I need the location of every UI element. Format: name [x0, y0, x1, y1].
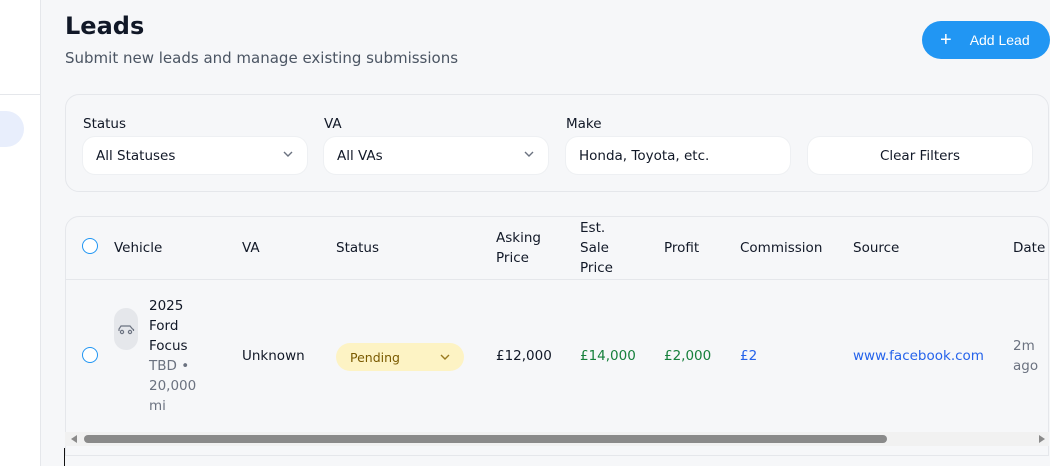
va-cell: Unknown	[242, 348, 305, 364]
car-icon	[114, 308, 138, 350]
status-select[interactable]: Pending	[336, 343, 464, 371]
vehicle-meta: TBD • 20,000 mi	[149, 356, 196, 416]
col-status[interactable]: Status	[336, 238, 379, 258]
chevron-down-icon	[524, 151, 534, 157]
col-commission[interactable]: Commission	[740, 238, 822, 258]
make-filter-input[interactable]: Honda, Toyota, etc.	[566, 137, 790, 174]
asking-price-cell: £12,000	[496, 348, 552, 364]
make-filter-placeholder: Honda, Toyota, etc.	[579, 147, 710, 164]
va-filter-label: VA	[324, 116, 342, 132]
commission-cell: £2	[740, 348, 758, 364]
row-select-radio[interactable]	[82, 347, 98, 363]
va-filter-value: All VAs	[337, 147, 383, 164]
vehicle-make: Ford	[149, 318, 179, 334]
page-subtitle: Submit new leads and manage existing sub…	[65, 49, 459, 67]
col-date[interactable]: Date	[1013, 238, 1045, 258]
vehicle-model: Focus	[149, 338, 188, 354]
va-filter-select[interactable]: All VAs	[324, 137, 548, 174]
status-filter-value: All Statuses	[96, 147, 176, 164]
text-cursor	[64, 448, 65, 466]
col-est-line2: Sale	[580, 240, 609, 256]
vehicle-year: 2025	[149, 298, 184, 314]
sidebar	[0, 0, 41, 466]
leads-table: Vehicle VA Status Asking Price Est. Sale…	[65, 216, 1049, 456]
scroll-left-arrow-icon[interactable]	[71, 435, 77, 443]
sidebar-active-item[interactable]	[0, 111, 24, 147]
source-link[interactable]: www.facebook.com	[853, 346, 984, 366]
col-asking-price-line1: Asking	[496, 230, 541, 246]
col-asking-price[interactable]: Asking Price	[496, 228, 541, 268]
clear-filters-button[interactable]: Clear Filters	[808, 137, 1032, 174]
sidebar-divider	[0, 94, 40, 95]
chevron-down-icon	[440, 354, 450, 360]
col-est-sale-price[interactable]: Est. Sale Price	[580, 218, 613, 278]
status-filter-label: Status	[83, 116, 127, 132]
make-filter-label: Make	[566, 116, 602, 132]
col-va[interactable]: VA	[242, 238, 260, 258]
est-sale-price-cell: £14,000	[580, 348, 636, 364]
date-cell: 2m ago	[1013, 336, 1038, 376]
date-line1: 2m	[1013, 338, 1035, 354]
vehicle-name: 2025 Ford Focus	[149, 296, 188, 356]
col-asking-price-line2: Price	[496, 250, 529, 266]
scroll-right-arrow-icon[interactable]	[1039, 435, 1045, 443]
filters-panel: Status All Statuses VA All VAs Make Hond…	[65, 94, 1049, 192]
add-lead-button[interactable]: + Add Lead	[922, 21, 1050, 59]
col-source[interactable]: Source	[853, 238, 899, 258]
status-filter-select[interactable]: All Statuses	[83, 137, 307, 174]
status-value: Pending	[350, 349, 400, 365]
add-lead-label: Add Lead	[969, 32, 1030, 48]
col-est-line1: Est.	[580, 220, 606, 236]
date-line2: ago	[1013, 358, 1039, 374]
vehicle-meta-line1: TBD •	[149, 358, 190, 374]
chevron-down-icon	[283, 151, 293, 157]
col-vehicle[interactable]: Vehicle	[114, 238, 162, 258]
col-est-line3: Price	[580, 260, 613, 276]
plus-icon: +	[940, 29, 952, 51]
table-header: Vehicle VA Status Asking Price Est. Sale…	[66, 217, 1048, 280]
vehicle-meta-line2: 20,000	[149, 378, 197, 394]
main-content: Leads Submit new leads and manage existi…	[41, 0, 1050, 466]
vehicle-meta-line3: mi	[149, 398, 166, 414]
scrollbar-thumb[interactable]	[84, 435, 887, 443]
select-all-radio[interactable]	[82, 238, 98, 254]
profit-cell: £2,000	[664, 348, 712, 364]
horizontal-scrollbar[interactable]	[65, 432, 1049, 446]
page-title: Leads	[65, 12, 145, 40]
col-profit[interactable]: Profit	[664, 238, 699, 258]
